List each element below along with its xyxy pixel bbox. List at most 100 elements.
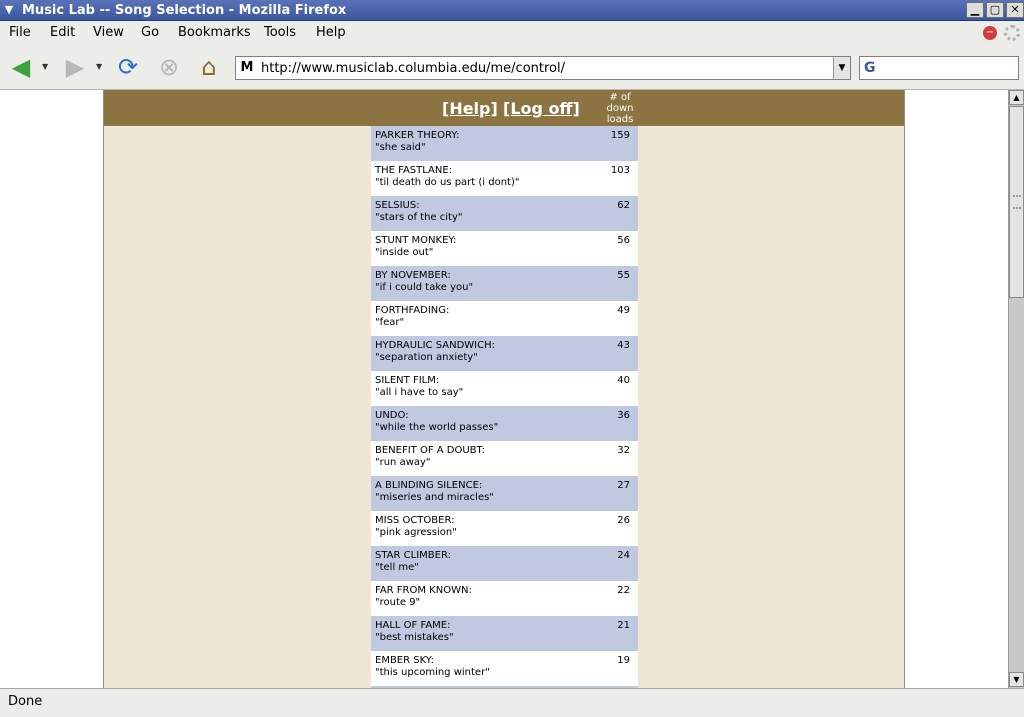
- scroll-down-arrow-icon[interactable]: ▼: [1009, 672, 1024, 687]
- menu-view[interactable]: View: [93, 25, 124, 41]
- activity-throbber-icon: [1004, 25, 1020, 41]
- page-viewport: [Help] [Log off] # of down loads PARKER …: [0, 90, 1008, 688]
- band-name[interactable]: BENEFIT OF A DOUBT:: [375, 445, 485, 457]
- download-count: 36: [617, 410, 630, 421]
- band-name[interactable]: THE FASTLANE:: [375, 165, 452, 177]
- menu-bookmarks[interactable]: Bookmarks: [178, 25, 251, 41]
- song-title[interactable]: "inside out": [375, 247, 433, 259]
- band-name[interactable]: BY NOVEMBER:: [375, 270, 451, 282]
- menu-tools[interactable]: Tools: [264, 25, 296, 41]
- url-history-dropdown-icon[interactable]: ▼: [833, 57, 850, 79]
- download-count: 19: [617, 655, 630, 666]
- minimize-button[interactable]: ▁: [966, 2, 984, 18]
- stop-icon[interactable]: ⊗: [154, 53, 184, 81]
- song-row[interactable]: FAR FROM KNOWN: "route 9" 22: [371, 581, 638, 616]
- song-title[interactable]: "run away": [375, 457, 431, 469]
- download-count: 24: [617, 550, 630, 561]
- band-name[interactable]: EMBER SKY:: [375, 655, 434, 667]
- band-name[interactable]: SILENT FILM:: [375, 375, 439, 387]
- download-count: 21: [617, 620, 630, 631]
- status-bar: Done: [0, 688, 1024, 717]
- song-row[interactable]: UNDO: "while the world passes" 36: [371, 406, 638, 441]
- song-title[interactable]: "tell me": [375, 562, 419, 574]
- scrollbar-thumb[interactable]: [1009, 106, 1024, 298]
- song-row[interactable]: HYDRAULIC SANDWICH: "separation anxiety"…: [371, 336, 638, 371]
- song-title[interactable]: "she said": [375, 142, 426, 154]
- band-name[interactable]: SELSIUS:: [375, 200, 420, 212]
- song-row[interactable]: SILENT FILM: "all i have to say" 40: [371, 371, 638, 406]
- menu-go[interactable]: Go: [141, 25, 159, 41]
- download-count: 40: [617, 375, 630, 386]
- band-name[interactable]: STAR CLIMBER:: [375, 550, 451, 562]
- song-title[interactable]: "fear": [375, 317, 404, 329]
- menu-file[interactable]: File: [9, 25, 31, 41]
- back-arrow-icon[interactable]: ◀: [6, 53, 36, 81]
- window-menu-icon[interactable]: ▼: [2, 3, 16, 17]
- song-title[interactable]: "route 9": [375, 597, 420, 609]
- menu-edit[interactable]: Edit: [50, 25, 75, 41]
- back-dropdown-icon[interactable]: ▼: [42, 63, 50, 71]
- title-bar: ▼ Music Lab -- Song Selection - Mozilla …: [0, 0, 1024, 21]
- song-title[interactable]: "this upcoming winter": [375, 667, 490, 679]
- download-count: 43: [617, 340, 630, 351]
- band-name[interactable]: UNDO:: [375, 410, 409, 422]
- song-list: PARKER THEORY: "she said" 159 THE FASTLA…: [371, 126, 638, 688]
- song-title[interactable]: "stars of the city": [375, 212, 462, 224]
- band-name[interactable]: HYDRAULIC SANDWICH:: [375, 340, 495, 352]
- song-title[interactable]: "best mistakes": [375, 632, 454, 644]
- song-row[interactable]: STUNT MONKEY: "inside out" 56: [371, 231, 638, 266]
- logoff-link[interactable]: [Log off]: [503, 100, 580, 118]
- scroll-up-arrow-icon[interactable]: ▲: [1009, 90, 1024, 105]
- song-row[interactable]: BENEFIT OF A DOUBT: "run away" 32: [371, 441, 638, 476]
- browser-window: ▼ Music Lab -- Song Selection - Mozilla …: [0, 0, 1024, 717]
- song-title[interactable]: "all i have to say": [375, 387, 463, 399]
- song-title[interactable]: "pink agression": [375, 527, 457, 539]
- download-count: 55: [617, 270, 630, 281]
- band-name[interactable]: A BLINDING SILENCE:: [375, 480, 482, 492]
- song-row[interactable]: MISS OCTOBER: "pink agression" 26: [371, 511, 638, 546]
- song-row[interactable]: STAR CLIMBER: "tell me" 24: [371, 546, 638, 581]
- band-name[interactable]: PARKER THEORY:: [375, 130, 459, 142]
- home-icon[interactable]: ⌂: [194, 53, 224, 81]
- window-title: Music Lab -- Song Selection - Mozilla Fi…: [22, 3, 347, 18]
- menu-help[interactable]: Help: [316, 25, 346, 41]
- song-title[interactable]: "if i could take you": [375, 282, 473, 294]
- song-title[interactable]: "til death do us part (i dont)": [375, 177, 519, 189]
- search-engine-icon[interactable]: G: [864, 60, 882, 76]
- help-link[interactable]: [Help]: [442, 100, 498, 118]
- forward-arrow-icon[interactable]: ▶: [60, 53, 90, 81]
- downloads-column-header: # of down loads: [606, 92, 634, 125]
- forward-dropdown-icon[interactable]: ▼: [96, 63, 104, 71]
- song-row[interactable]: THE FASTLANE: "til death do us part (i d…: [371, 161, 638, 196]
- song-title[interactable]: "miseries and miracles": [375, 492, 494, 504]
- song-row[interactable]: FORTHFADING: "fear" 49: [371, 301, 638, 336]
- download-count: 22: [617, 585, 630, 596]
- error-icon[interactable]: −: [983, 26, 997, 40]
- song-row[interactable]: EMBER SKY: "this upcoming winter" 19: [371, 651, 638, 686]
- page-header: [Help] [Log off] # of down loads: [104, 90, 904, 126]
- url-bar[interactable]: M http://www.musiclab.columbia.edu/me/co…: [235, 56, 851, 80]
- download-count: 159: [610, 130, 630, 141]
- download-count: 62: [617, 200, 630, 211]
- song-title[interactable]: "separation anxiety": [375, 352, 478, 364]
- search-input[interactable]: G: [859, 56, 1019, 80]
- download-count: 26: [617, 515, 630, 526]
- vertical-scrollbar[interactable]: ▲ ▼: [1008, 90, 1024, 688]
- site-favicon-icon: M: [240, 60, 254, 75]
- song-row[interactable]: BY NOVEMBER: "if i could take you" 55: [371, 266, 638, 301]
- band-name[interactable]: STUNT MONKEY:: [375, 235, 457, 247]
- song-title[interactable]: "while the world passes": [375, 422, 498, 434]
- band-name[interactable]: FAR FROM KNOWN:: [375, 585, 472, 597]
- reload-icon[interactable]: ⟳: [113, 53, 143, 81]
- song-row[interactable]: SELSIUS: "stars of the city" 62: [371, 196, 638, 231]
- band-name[interactable]: MISS OCTOBER:: [375, 515, 454, 527]
- band-name[interactable]: FORTHFADING:: [375, 305, 449, 317]
- close-button[interactable]: ✕: [1006, 2, 1024, 18]
- download-count: 49: [617, 305, 630, 316]
- band-name[interactable]: HALL OF FAME:: [375, 620, 450, 632]
- url-text[interactable]: http://www.musiclab.columbia.edu/me/cont…: [261, 60, 565, 77]
- song-row[interactable]: HALL OF FAME: "best mistakes" 21: [371, 616, 638, 651]
- song-row[interactable]: A BLINDING SILENCE: "miseries and miracl…: [371, 476, 638, 511]
- maximize-button[interactable]: ▢: [986, 2, 1004, 18]
- song-row[interactable]: PARKER THEORY: "she said" 159: [371, 126, 638, 161]
